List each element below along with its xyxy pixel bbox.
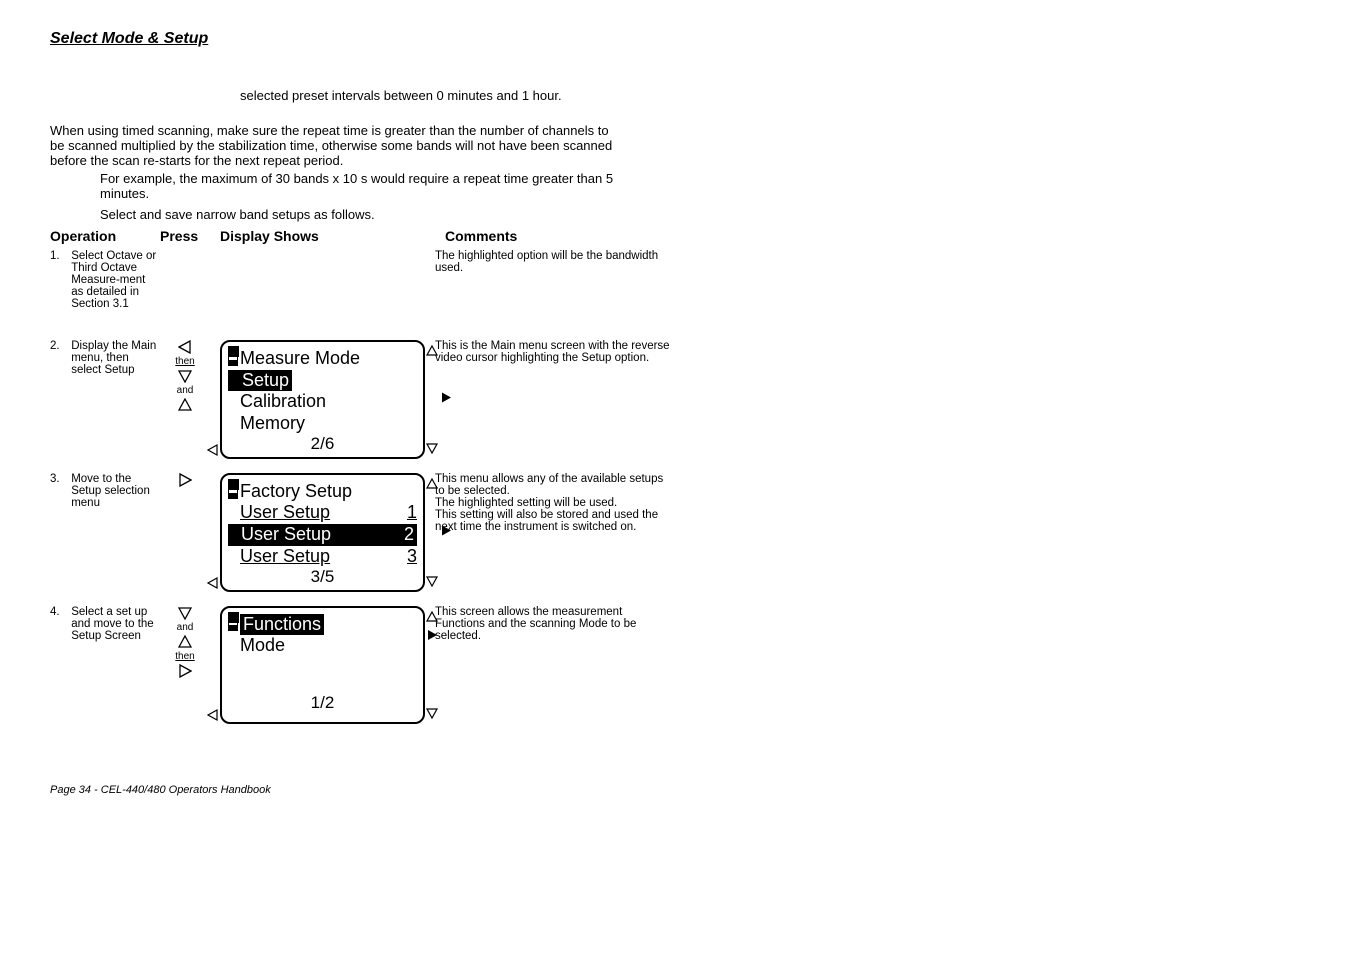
comment-cell: This screen allows the measurement Funct… (435, 606, 670, 642)
lcd-panel: Measure Mode Setup Calibration Memory 2/… (220, 340, 425, 459)
intro-para-3: Select and save narrow band setups as fo… (100, 207, 620, 222)
down-arrow-icon (178, 606, 192, 620)
lcd-line-highlight: Setup (228, 370, 292, 392)
lcd-line: Mode (228, 635, 285, 657)
header-display: Display Shows (210, 228, 445, 244)
lcd-line: Calibration (228, 391, 326, 413)
intro-para-1: When using timed scanning, make sure the… (50, 123, 620, 168)
left-arrow-icon (206, 708, 220, 722)
operation-cell: 1. Select Octave or Third Octave Measure… (50, 250, 160, 310)
step-number: 1. (50, 250, 68, 262)
press-and: and (177, 622, 194, 633)
lcd-line-num: 2 (404, 524, 414, 546)
down-arrow-icon (178, 369, 192, 383)
up-arrow-icon (178, 635, 192, 649)
operation-cell: 4. Select a set up and move to the Setup… (50, 606, 160, 642)
right-arrow-icon (425, 628, 439, 642)
lcd-panel: Factory Setup User Setup 1 User Setup 2 Us… (220, 473, 425, 592)
lcd-line-highlight: User Setup (231, 524, 331, 546)
step-text: Move to the Setup selection menu (71, 473, 159, 509)
table-row: 3. Move to the Setup selection menu Fact… (50, 473, 670, 592)
press-cell (160, 473, 210, 487)
right-arrow-icon (439, 524, 453, 538)
instruction-table: Operation Press Display Shows Comments 1… (50, 228, 670, 724)
left-arrow-icon (206, 576, 220, 590)
press-cell: then and (160, 340, 210, 412)
lcd-line: Factory Setup (238, 481, 352, 503)
intro-preset: selected preset intervals between 0 minu… (240, 88, 620, 103)
step-text: Select a set up and move to the Setup Sc… (71, 606, 159, 642)
press-then: then (175, 356, 194, 367)
table-row: 2. Display the Main menu, then select Se… (50, 340, 670, 459)
header-press: Press (160, 228, 210, 244)
right-arrow-icon (439, 391, 453, 405)
step-text: Display the Main menu, then select Setup (71, 340, 159, 376)
operation-cell: 2. Display the Main menu, then select Se… (50, 340, 160, 376)
display-cell: Measure Mode Setup Calibration Memory 2/… (210, 340, 435, 459)
up-arrow-icon (425, 610, 439, 624)
table-row: 1. Select Octave or Third Octave Measure… (50, 250, 670, 310)
up-arrow-icon (425, 477, 439, 491)
header-comments: Comments (445, 228, 670, 244)
lcd-line-highlight: Functions (240, 614, 324, 636)
left-arrow-icon (206, 443, 220, 457)
header-operation: Operation (50, 228, 160, 244)
lcd-line-num: 1 (407, 502, 417, 524)
up-arrow-icon (425, 344, 439, 358)
press-and: and (177, 385, 194, 396)
section-title: Select Mode & Setup (50, 30, 1301, 48)
display-cell: Factory Setup User Setup 1 User Setup 2 Us… (210, 473, 435, 592)
table-row: 4. Select a set up and move to the Setup… (50, 606, 670, 724)
step-number: 4. (50, 606, 68, 618)
battery-icon (228, 485, 238, 499)
intro-para-2-wrap: For example, the maximum of 30 bands x 1… (50, 171, 1301, 201)
battery-icon (228, 352, 238, 366)
lcd-line: User Setup (228, 502, 330, 524)
step-text: Select Octave or Third Octave Measure-me… (71, 250, 159, 310)
page-footer: Page 34 - CEL-440/480 Operators Handbook (50, 784, 1301, 796)
lcd-line: Memory (228, 413, 305, 435)
up-arrow-icon (178, 398, 192, 412)
intro-para-3-wrap: Select and save narrow band setups as fo… (50, 207, 1301, 222)
operation-cell: 3. Move to the Setup selection menu (50, 473, 160, 509)
right-arrow-icon (178, 473, 192, 487)
left-arrow-icon (178, 340, 192, 354)
intro-para-2: For example, the maximum of 30 bands x 1… (100, 171, 620, 201)
table-header: Operation Press Display Shows Comments (50, 228, 670, 244)
battery-icon (228, 617, 238, 631)
display-cell: Functions Mode 1/2 (210, 606, 435, 724)
comment-cell: This menu allows any of the available se… (435, 473, 670, 533)
step-number: 2. (50, 340, 68, 352)
lcd-line: Measure Mode (238, 348, 360, 370)
right-arrow-icon (178, 664, 192, 678)
step-number: 3. (50, 473, 68, 485)
lcd-line: User Setup (228, 546, 330, 568)
comment-cell: This is the Main menu screen with the re… (435, 340, 670, 364)
press-cell: and then (160, 606, 210, 678)
press-then: then (175, 651, 194, 662)
comment-cell: The highlighted option will be the bandw… (435, 250, 670, 274)
lcd-line-num: 3 (407, 546, 417, 568)
lcd-panel: Functions Mode 1/2 (220, 606, 425, 724)
